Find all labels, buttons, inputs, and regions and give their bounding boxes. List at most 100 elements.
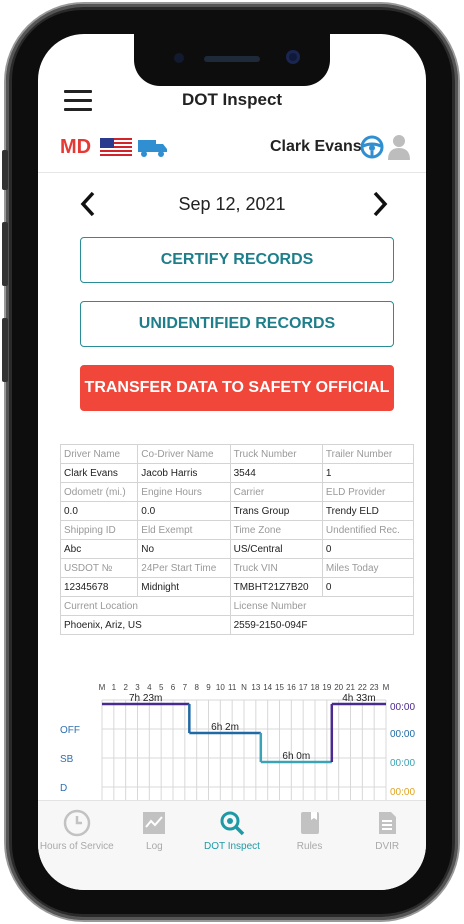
table-header-cell: Miles Today — [321, 558, 415, 578]
table-row: Shipping ID Eld Exempt Time Zone Undentifie… — [59, 520, 415, 540]
notch — [134, 34, 330, 86]
inspect-search-icon — [218, 809, 246, 837]
table-row: Current Location License Number — [60, 596, 415, 616]
table-row: USDOT № 24Per Start Time Truck VIN Miles To… — [59, 558, 415, 578]
tab-label: Rules — [296, 841, 323, 852]
row-label: OFF — [60, 725, 80, 736]
table-value-cell: TMBHT21Z7B20 — [229, 577, 323, 597]
table-header-cell: Truck Number — [229, 444, 323, 464]
table-header-cell: 24Per Start Time — [137, 558, 231, 578]
table-value-cell: No — [137, 539, 231, 559]
table-row: Clark Evans Jacob Harris 3544 1 — [59, 463, 415, 483]
mute-switch — [2, 150, 8, 190]
table-value-cell: Trans Group — [229, 501, 323, 521]
hour-label: 8 — [194, 683, 199, 692]
table-value-cell: 2559-2150-094F — [229, 615, 415, 635]
table-header-cell: Engine Hours — [137, 482, 231, 502]
tab-log[interactable]: Log — [116, 809, 192, 852]
table-value-cell: Phoenix, Ariz, US — [60, 615, 231, 635]
top-bar: DOT Inspect — [38, 82, 426, 122]
co-driver-icon[interactable] — [388, 134, 410, 160]
table-header-cell: Truck VIN — [229, 558, 323, 578]
app-screen: DOT Inspect MD Clark Evans Sep 12, 2021 … — [38, 34, 426, 890]
table-header-cell: License Number — [229, 596, 415, 616]
sensor — [174, 53, 184, 63]
certify-records-button[interactable]: CERTIFY RECORDS — [80, 237, 394, 283]
table-value-cell: 1 — [321, 463, 415, 483]
steering-wheel-icon[interactable] — [360, 135, 384, 159]
hour-label: 18 — [311, 683, 320, 692]
hour-label: 10 — [216, 683, 225, 692]
hour-label: 9 — [206, 683, 211, 692]
clock-icon — [63, 809, 91, 837]
status-total: 00:00 — [390, 702, 415, 713]
driver-status-bar: MD Clark Evans — [38, 130, 426, 170]
table-row: Driver Name Co-Driver Name Truck Number Tra… — [59, 444, 415, 464]
table-header-cell: Undentified Rec. — [321, 520, 415, 540]
table-row: Odometr (mi.) Engine Hours Carrier ELD Prov… — [59, 482, 415, 502]
unidentified-records-button[interactable]: UNIDENTIFIED RECORDS — [80, 301, 394, 347]
log-chart: M 1 2 3 4 5 6 7 8 9 10 11 N 13 14 15 16 17 18 19 20 21 22 23 MOF… — [60, 683, 415, 817]
table-value-cell: 0 — [321, 577, 415, 597]
bottom-tab-bar: Hours of Service Log DOT Inspect Rules DVIR — [38, 800, 426, 890]
table-value-cell: 0.0 — [59, 501, 139, 521]
table-value-cell: 0 — [321, 539, 415, 559]
speaker — [204, 56, 260, 62]
chevron-right-icon[interactable] — [368, 190, 392, 218]
segment-duration: 4h 33m — [342, 693, 375, 704]
row-label: D — [60, 783, 67, 794]
hour-label: 1 — [112, 683, 117, 692]
tab-label: DOT Inspect — [204, 841, 260, 852]
table-header-cell: Eld Exempt — [137, 520, 231, 540]
table-header-cell: Shipping ID — [59, 520, 139, 540]
hour-label: M — [383, 683, 390, 692]
page-title: DOT Inspect — [181, 90, 283, 109]
truck-icon[interactable] — [138, 138, 168, 158]
segment-duration: 7h 23m — [129, 693, 162, 704]
table-value-cell: Abc — [59, 539, 139, 559]
driver-name[interactable]: Clark Evans — [270, 138, 362, 156]
table-value-cell: 3544 — [229, 463, 323, 483]
row-label: SB — [60, 754, 74, 765]
us-flag-icon — [100, 138, 132, 156]
hour-label: 22 — [358, 683, 367, 692]
table-header-cell: Trailer Number — [321, 444, 415, 464]
table-header-cell: Odometr (mi.) — [59, 482, 139, 502]
table-value-cell: Jacob Harris — [137, 463, 231, 483]
segment-duration: 6h 0m — [282, 751, 310, 762]
driver-info-table: Driver Name Co-Driver Name Truck Number Tra… — [59, 444, 415, 635]
table-row: Abc No US/Central 0 — [59, 539, 415, 559]
status-total: 00:00 — [390, 787, 415, 798]
hour-label: 14 — [263, 683, 272, 692]
hour-label: M — [99, 683, 106, 692]
table-value-cell: Clark Evans — [59, 463, 139, 483]
table-value-cell: 0.0 — [137, 501, 231, 521]
transfer-data-button[interactable]: TRANSFER DATA TO SAFETY OFFICIAL — [80, 365, 394, 411]
tab-rules[interactable]: Rules — [272, 809, 348, 852]
log-chart-icon — [140, 809, 168, 837]
table-header-cell: USDOT № — [59, 558, 139, 578]
table-value-cell: Midnight — [137, 577, 231, 597]
hour-label: 21 — [346, 683, 355, 692]
table-value-cell: US/Central — [229, 539, 323, 559]
table-header-cell: Carrier — [229, 482, 323, 502]
hour-label: 3 — [135, 683, 140, 692]
table-value-cell: Trendy ELD — [321, 501, 415, 521]
hour-label: 6 — [171, 683, 176, 692]
hour-label: 15 — [275, 683, 284, 692]
dvir-document-icon — [373, 809, 401, 837]
tab-dot-inspect[interactable]: DOT Inspect — [194, 809, 270, 852]
table-header-cell: ELD Provider — [321, 482, 415, 502]
table-header-cell: Co-Driver Name — [137, 444, 231, 464]
hour-label: 2 — [123, 683, 128, 692]
state-code: MD — [60, 136, 92, 158]
tab-dvir[interactable]: DVIR — [349, 809, 425, 852]
tab-hours-of-service[interactable]: Hours of Service — [39, 809, 115, 852]
table-row: 0.0 0.0 Trans Group Trendy ELD — [59, 501, 415, 521]
status-total: 00:00 — [390, 729, 415, 740]
segment-duration: 6h 2m — [211, 722, 239, 733]
volume-up-button — [2, 222, 8, 286]
volume-down-button — [2, 318, 8, 382]
hour-label: N — [241, 683, 247, 692]
hour-label: 13 — [251, 683, 260, 692]
